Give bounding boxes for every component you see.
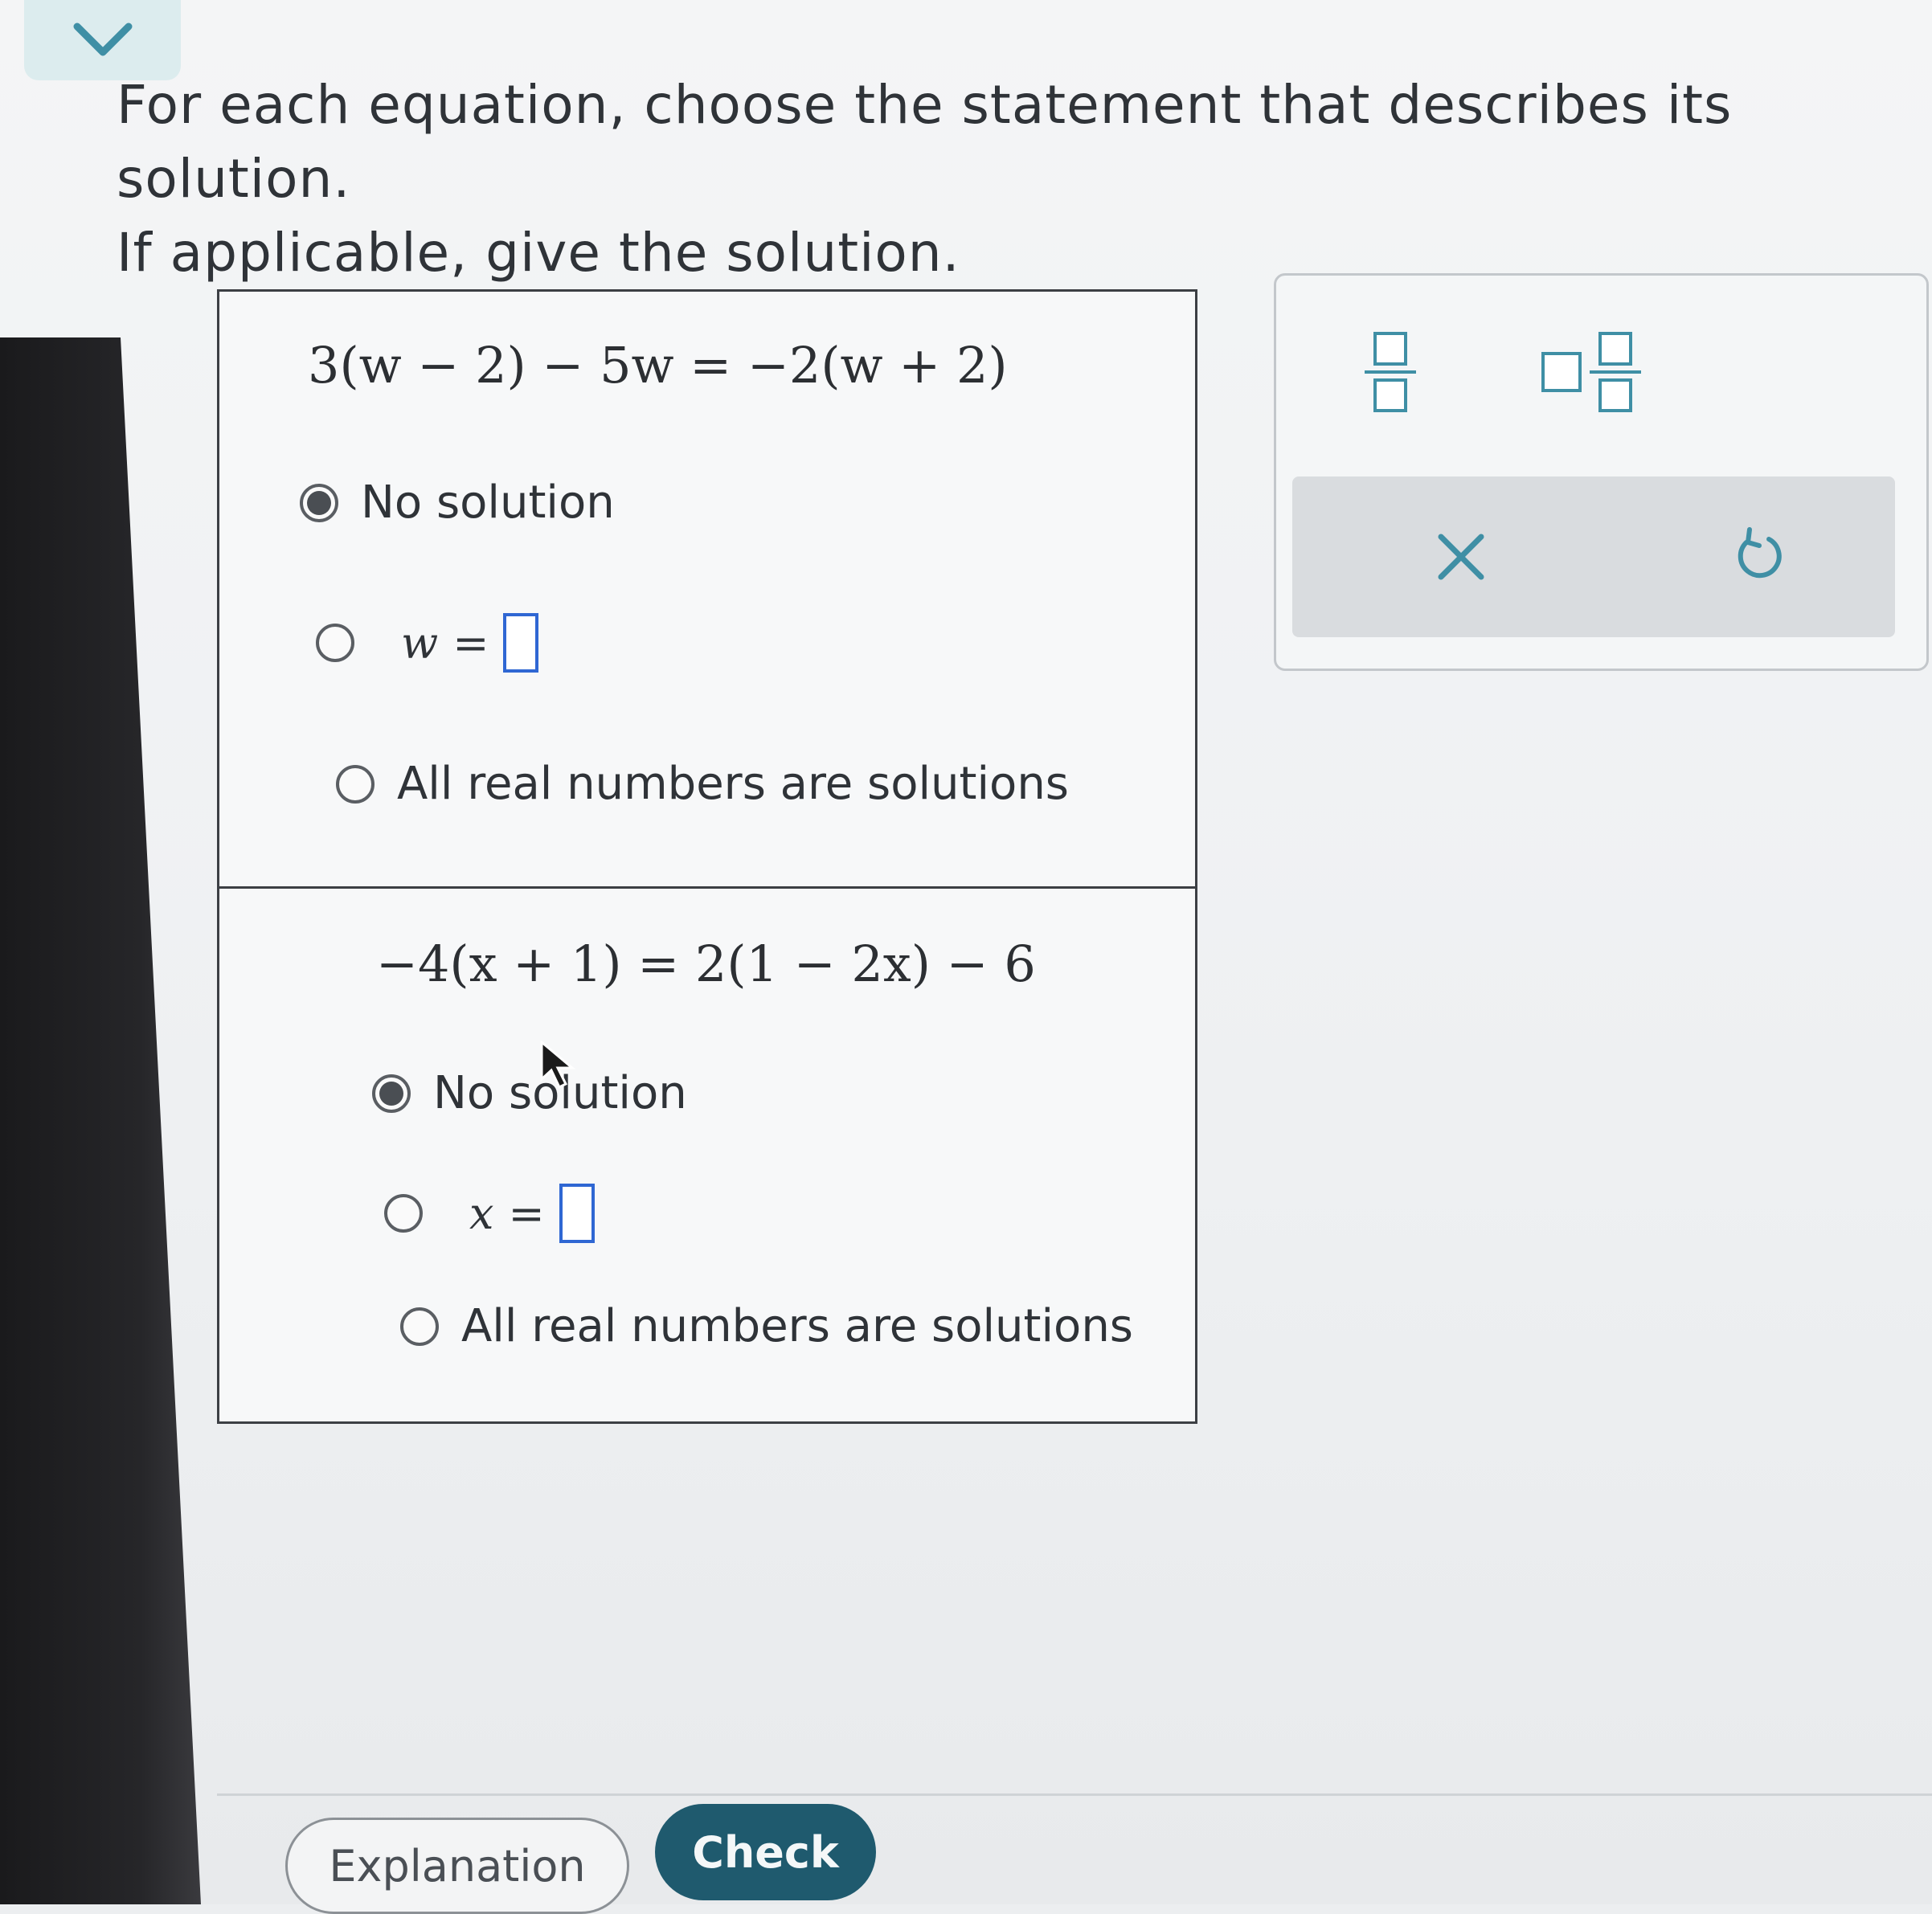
close-icon — [1438, 534, 1484, 580]
option-2-all-real[interactable]: All real numbers are solutions — [400, 1300, 1133, 1352]
section-divider — [219, 886, 1195, 889]
explanation-button[interactable]: Explanation — [285, 1818, 629, 1914]
mouse-cursor-icon — [540, 1041, 576, 1089]
variable-label: w — [401, 617, 439, 669]
radio-button[interactable] — [372, 1074, 411, 1113]
equation-1: 3(w − 2) − 5w = −2(w + 2) — [308, 336, 1008, 395]
equation-2: −4(x + 1) = 2(1 − 2x) − 6 — [376, 935, 1036, 993]
answer-expression: w = — [401, 613, 539, 673]
check-button[interactable]: Check — [655, 1804, 876, 1900]
chevron-down-icon — [73, 22, 132, 56]
equals-sign: = — [452, 617, 489, 669]
clear-button[interactable] — [1413, 509, 1509, 605]
option-2-no-solution[interactable]: No solution — [372, 1067, 687, 1119]
radio-button[interactable] — [300, 483, 338, 522]
problem-prompt: For each equation, choose the statement … — [117, 68, 1917, 290]
answer-panel: 3(w − 2) − 5w = −2(w + 2) No solution w … — [217, 289, 1197, 1424]
equals-sign: = — [508, 1188, 545, 1239]
answer-input-w[interactable] — [503, 613, 539, 673]
radio-button[interactable] — [336, 764, 375, 804]
mixed-number-button[interactable] — [1541, 332, 1641, 412]
fraction-icon — [1365, 332, 1416, 412]
option-label: All real numbers are solutions — [397, 758, 1069, 810]
footer-divider — [217, 1793, 1932, 1796]
toolbar-actions — [1292, 476, 1895, 637]
option-2-value[interactable]: x = — [384, 1184, 595, 1243]
option-label: All real numbers are solutions — [461, 1300, 1133, 1352]
fraction-button[interactable] — [1365, 332, 1416, 412]
variable-label: x — [469, 1188, 494, 1239]
answer-expression: x = — [469, 1184, 595, 1243]
math-toolbar — [1274, 273, 1929, 671]
mixed-number-icon — [1541, 352, 1582, 392]
radio-button[interactable] — [384, 1194, 423, 1233]
undo-icon — [1738, 527, 1782, 579]
undo-button[interactable] — [1710, 509, 1807, 605]
option-1-all-real[interactable]: All real numbers are solutions — [336, 758, 1069, 810]
answer-input-x[interactable] — [559, 1184, 595, 1243]
radio-button[interactable] — [400, 1307, 439, 1346]
radio-button[interactable] — [316, 624, 354, 662]
prompt-line-1: For each equation, choose the statement … — [117, 74, 1733, 210]
option-label: No solution — [361, 476, 615, 529]
option-1-value[interactable]: w = — [316, 613, 539, 673]
option-1-no-solution[interactable]: No solution — [300, 476, 615, 529]
